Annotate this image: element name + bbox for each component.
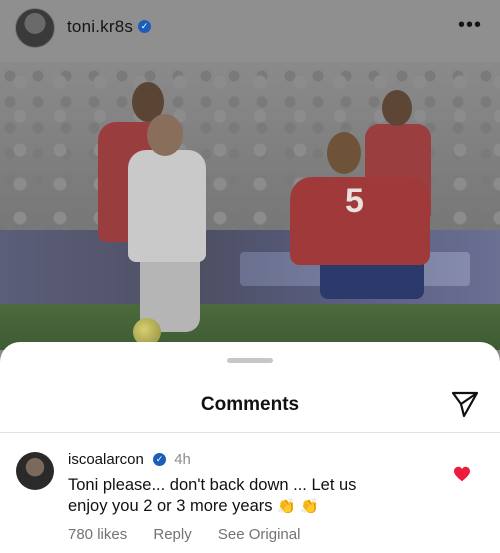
avatar[interactable]	[15, 8, 55, 48]
post-photo[interactable]: 5	[0, 62, 500, 350]
player-red-3-head	[382, 90, 412, 126]
divider	[0, 432, 500, 433]
player-white	[128, 150, 206, 262]
post-overlay: toni.kr8s ✓ ••• 5	[0, 0, 500, 350]
comment-header: iscoalarcon ✓ 4h	[68, 451, 191, 468]
send-icon[interactable]	[450, 389, 480, 419]
comment-text-line1: Toni please... don't back down ... Let u…	[68, 476, 357, 494]
username-text[interactable]: toni.kr8s	[67, 17, 133, 36]
more-options-icon[interactable]: •••	[458, 14, 482, 37]
player-red-2-head	[327, 132, 361, 174]
clapping-hands-icon: 👏 👏	[277, 498, 319, 515]
post-header: toni.kr8s ✓ •••	[0, 0, 500, 62]
comment-text-line2: enjoy you 2 or 3 more years	[68, 497, 273, 515]
comment-text: Toni please... don't back down ... Let u…	[68, 475, 418, 517]
comments-title: Comments	[200, 394, 300, 415]
verified-badge-icon: ✓	[138, 20, 152, 34]
comment-item: iscoalarcon ✓ 4h Toni please... don't ba…	[0, 442, 500, 552]
shirt-number: 5	[345, 182, 364, 220]
see-original-button[interactable]: See Original	[218, 526, 301, 543]
comment-time: 4h	[174, 451, 191, 468]
heart-icon[interactable]	[453, 466, 471, 482]
drag-handle[interactable]	[227, 358, 273, 363]
likes-count[interactable]: 780 likes	[68, 526, 127, 543]
player-white-head	[147, 114, 183, 156]
comment-username[interactable]: iscoalarcon	[68, 451, 144, 468]
comment-actions: 780 likes Reply See Original	[68, 526, 322, 543]
reply-button[interactable]: Reply	[153, 526, 191, 543]
verified-badge-icon: ✓	[153, 452, 167, 466]
comments-sheet: Comments iscoalarcon ✓ 4h Toni please...…	[0, 342, 500, 553]
commenter-avatar[interactable]	[16, 452, 54, 490]
post-username[interactable]: toni.kr8s ✓	[67, 17, 152, 37]
